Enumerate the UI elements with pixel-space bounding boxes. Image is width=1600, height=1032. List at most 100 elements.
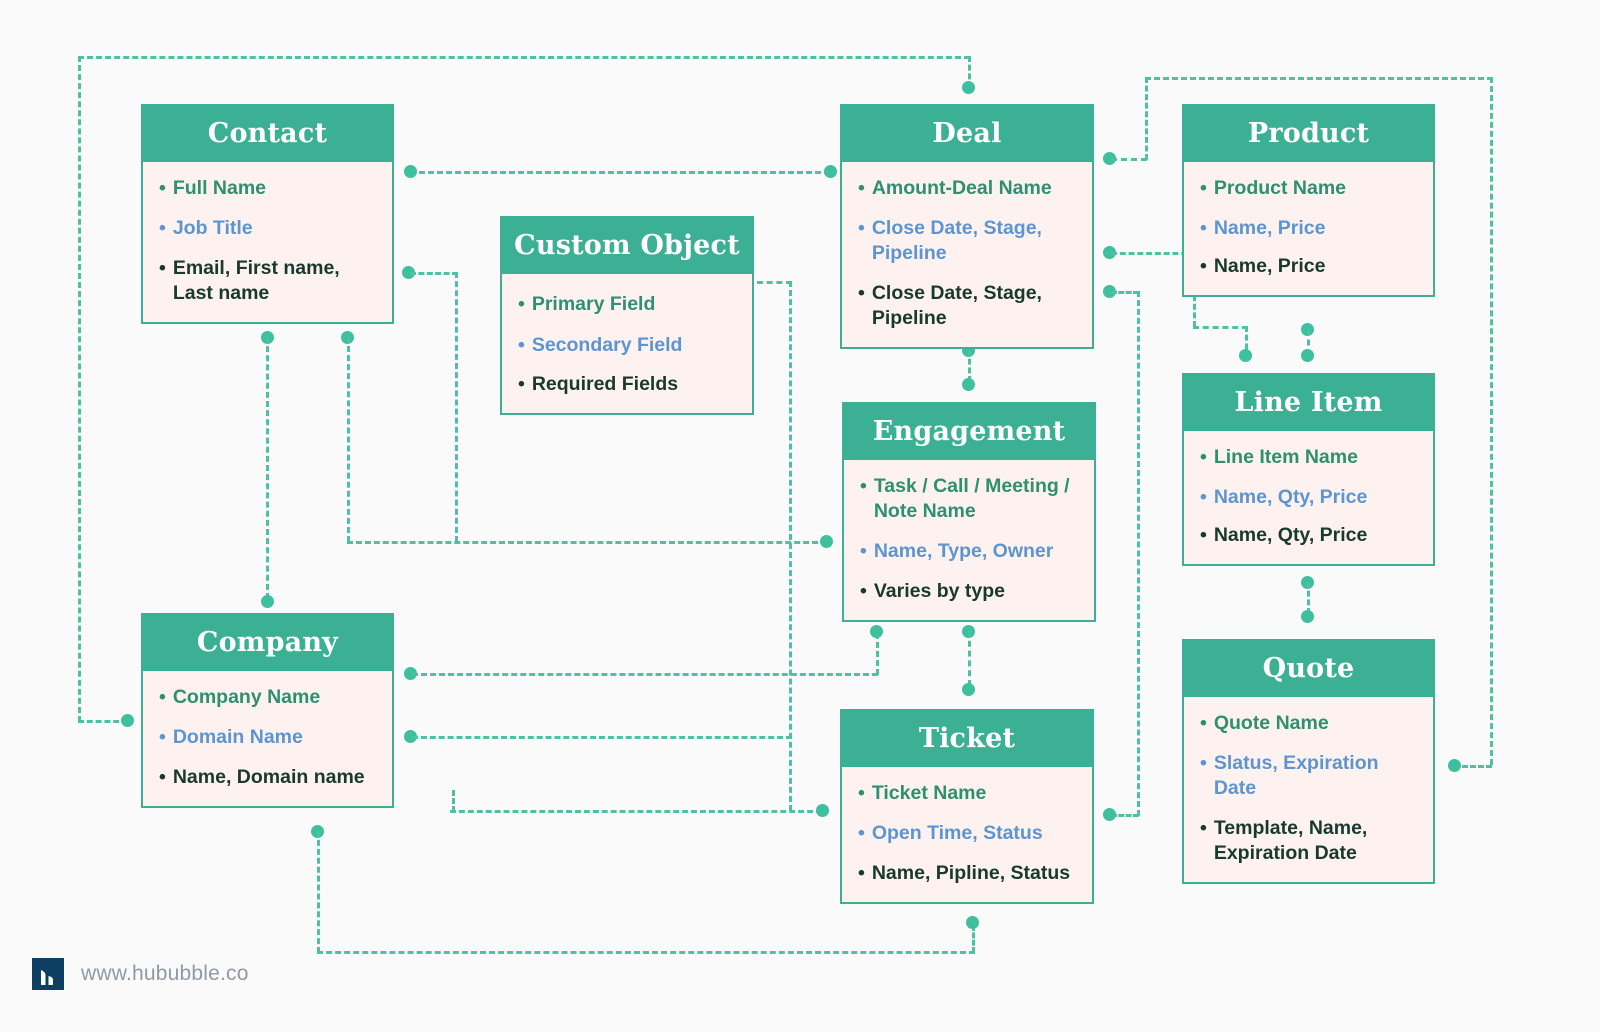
bullet-icon: • <box>518 333 525 356</box>
entity-field: • Ticket Name <box>858 781 1076 806</box>
entity-fields: • Line Item Name • Name, Qty, Price • Na… <box>1184 431 1433 564</box>
entity-field-label: Line Item Name <box>1213 446 1358 468</box>
entity-field-label: Close Date, Stage, Pipeline <box>871 216 1042 264</box>
entity-card-engagement[interactable]: Engagement • Task / Call / Meeting / Not… <box>842 402 1096 622</box>
entity-title: Ticket <box>842 711 1092 767</box>
connector-segment <box>412 673 878 676</box>
entity-title: Product <box>1184 106 1433 162</box>
bullet-icon: • <box>159 765 166 788</box>
entity-field-label: Secondary Field <box>531 333 683 356</box>
connector-segment <box>347 337 350 542</box>
entity-field: • Name, Qty, Price <box>1200 485 1417 510</box>
entity-card-contact[interactable]: Contact • Full Name • Job Title • Email,… <box>141 104 394 324</box>
entity-title: Contact <box>143 106 392 162</box>
entity-field-label: Full Name <box>172 177 267 199</box>
entity-field: • Email, First name, Last name <box>159 256 376 306</box>
entity-field-label: Close Date, Stage, Pipeline <box>871 281 1042 329</box>
entity-field: • Quote Name <box>1200 711 1417 736</box>
bullet-icon: • <box>159 216 166 239</box>
entity-title: Line Item <box>1184 375 1433 431</box>
entity-field: • Name, Price <box>1200 254 1417 279</box>
entity-field: • Slatus, Expiration Date <box>1200 751 1417 801</box>
entity-title: Quote <box>1184 641 1433 697</box>
entity-field-label: Template, Name, Expiration Date <box>1213 816 1368 864</box>
connector-segment <box>78 56 81 722</box>
entity-field-label: Task / Call / Meeting / Note Name <box>873 475 1070 522</box>
bullet-icon: • <box>518 372 525 395</box>
connector-node <box>1239 349 1252 362</box>
footer: www.hububble.co <box>32 958 249 990</box>
connector-segment <box>757 281 792 284</box>
connector-segment <box>1145 77 1148 160</box>
connector-segment <box>455 272 458 542</box>
bullet-icon: • <box>518 293 525 315</box>
connector-segment <box>1145 77 1493 80</box>
entity-field-label: Name, Qty, Price <box>1213 523 1368 546</box>
entity-field-label: Required Fields <box>531 372 679 395</box>
logo-glyph <box>41 970 53 985</box>
bullet-icon: • <box>159 256 166 279</box>
entity-card-product[interactable]: Product • Product Name • Name, Price • N… <box>1182 104 1435 297</box>
bullet-icon: • <box>1200 751 1207 774</box>
entity-card-company[interactable]: Company • Company Name • Domain Name • N… <box>141 613 394 808</box>
bullet-icon: • <box>858 861 865 884</box>
entity-field-label: Product Name <box>1213 177 1347 199</box>
entity-fields: • Task / Call / Meeting / Note Name • Na… <box>844 460 1094 620</box>
entity-field: • Required Fields <box>518 372 736 397</box>
bullet-icon: • <box>159 177 166 199</box>
entity-field: • Task / Call / Meeting / Note Name <box>860 474 1078 524</box>
entity-card-line-item[interactable]: Line Item • Line Item Name • Name, Qty, … <box>1182 373 1435 566</box>
hububble-logo-icon <box>32 958 64 990</box>
connector-node <box>824 165 837 178</box>
entity-card-quote[interactable]: Quote • Quote Name • Slatus, Expiration … <box>1182 639 1435 884</box>
entity-fields: • Company Name • Domain Name • Name, Dom… <box>143 671 392 806</box>
entity-field-label: Domain Name <box>172 725 303 748</box>
entity-title: Engagement <box>844 404 1094 460</box>
entity-card-deal[interactable]: Deal • Amount-Deal Name • Close Date, St… <box>840 104 1094 349</box>
entity-field: • Close Date, Stage, Pipeline <box>858 216 1076 266</box>
entity-field-label: Name, Type, Owner <box>873 539 1054 562</box>
diagram-canvas: Contact • Full Name • Job Title • Email,… <box>0 0 1600 1032</box>
bullet-icon: • <box>1200 216 1207 239</box>
connector-node <box>121 714 134 727</box>
entity-title: Custom Object <box>502 218 752 274</box>
connector-segment <box>1111 291 1139 294</box>
entity-field: • Name, Pipline, Status <box>858 861 1076 886</box>
bullet-icon: • <box>858 782 865 804</box>
connector-segment <box>1137 291 1140 816</box>
entity-field: • Name, Price <box>1200 216 1417 241</box>
connector-segment <box>266 337 269 599</box>
connector-node <box>1448 759 1461 772</box>
entity-field: • Open Time, Status <box>858 821 1076 846</box>
entity-field: • Product Name <box>1200 176 1417 201</box>
connector-node <box>962 683 975 696</box>
connector-segment <box>317 831 320 953</box>
connector-segment <box>1462 765 1492 768</box>
entity-field-label: Job Title <box>172 216 253 239</box>
entity-field-label: Slatus, Expiration Date <box>1213 751 1379 799</box>
connector-node <box>962 378 975 391</box>
bullet-icon: • <box>1200 485 1207 508</box>
connector-segment <box>347 541 827 544</box>
entity-field-label: Name, Pipline, Status <box>871 861 1071 884</box>
entity-card-custom-object[interactable]: Custom Object • Primary Field • Secondar… <box>500 216 754 415</box>
connector-segment <box>410 272 458 275</box>
connector-node <box>1103 808 1116 821</box>
connector-node <box>1301 349 1314 362</box>
entity-field-label: Ticket Name <box>871 782 987 804</box>
entity-field-label: Varies by type <box>873 579 1005 602</box>
entity-card-ticket[interactable]: Ticket • Ticket Name • Open Time, Status… <box>840 709 1094 904</box>
bullet-icon: • <box>159 686 166 708</box>
connector-segment <box>876 633 879 675</box>
bullet-icon: • <box>860 539 867 562</box>
bullet-icon: • <box>1200 446 1207 468</box>
connector-node <box>404 165 417 178</box>
entity-title: Deal <box>842 106 1092 162</box>
connector-segment <box>412 736 792 739</box>
entity-field-label: Name, Price <box>1213 216 1326 239</box>
entity-field-label: Quote Name <box>1213 712 1329 734</box>
entity-field: • Name, Type, Owner <box>860 539 1078 564</box>
entity-field: • Close Date, Stage, Pipeline <box>858 281 1076 331</box>
entity-fields: • Quote Name • Slatus, Expiration Date •… <box>1184 697 1433 882</box>
entity-field: • Line Item Name <box>1200 445 1417 470</box>
